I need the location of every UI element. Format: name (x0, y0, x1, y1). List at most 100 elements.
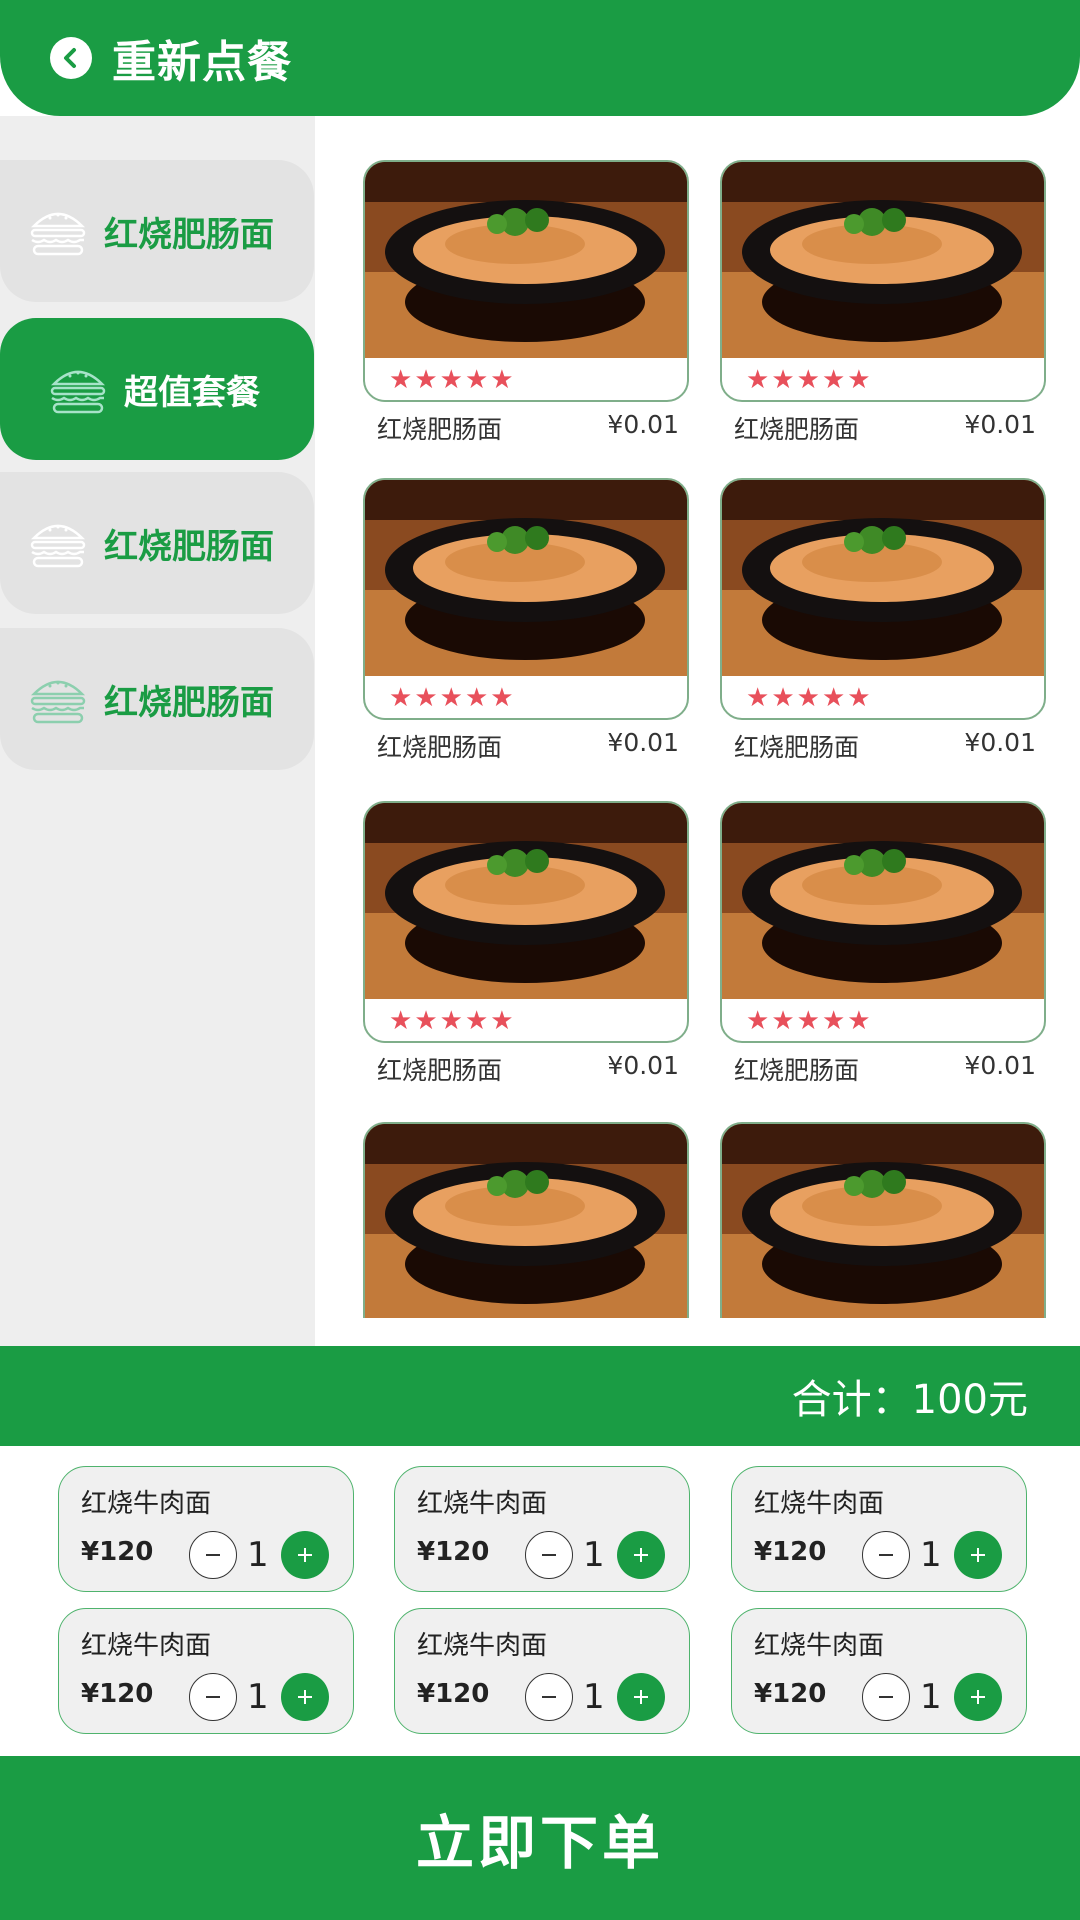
noodle-bowl-image (722, 162, 1044, 358)
decrease-button[interactable] (525, 1531, 573, 1579)
product-price: ¥0.01 (607, 728, 679, 757)
category-label: 红烧肥肠面 (104, 214, 274, 255)
category-item-active[interactable]: 超值套餐 (0, 318, 314, 460)
cart-item-quantity: 1 (583, 1677, 605, 1717)
minus-icon (542, 1696, 556, 1698)
place-order-label: 立即下单 (415, 1809, 664, 1877)
product-name: 红烧肥肠面 (377, 415, 503, 444)
cart-item-name: 红烧牛肉面 (81, 1489, 212, 1519)
product-card[interactable]: ★ ★ ★ ★ ★ 红烧肥肠面 ¥0.01 (363, 801, 689, 1087)
minus-icon (879, 1554, 893, 1556)
product-card[interactable] (720, 1122, 1046, 1318)
cart-item-name: 红烧牛肉面 (81, 1631, 212, 1661)
noodle-bowl-image (722, 803, 1044, 999)
category-label: 红烧肥肠面 (104, 526, 274, 567)
product-name: 红烧肥肠面 (377, 733, 503, 762)
decrease-button[interactable] (525, 1673, 573, 1721)
rating-stars: ★ ★ ★ ★ ★ (746, 1006, 871, 1036)
decrease-button[interactable] (189, 1673, 237, 1721)
product-price: ¥0.01 (607, 410, 679, 439)
product-image-frame: ★ ★ ★ ★ ★ (720, 801, 1046, 1043)
noodle-bowl-image (722, 1124, 1044, 1318)
cart-item-quantity: 1 (247, 1677, 269, 1717)
product-card[interactable]: ★ ★ ★ ★ ★ 红烧肥肠面 ¥0.01 (720, 478, 1046, 764)
product-name: 红烧肥肠面 (734, 1056, 860, 1085)
cart-item-quantity: 1 (583, 1535, 605, 1575)
back-button[interactable] (50, 37, 92, 79)
product-card[interactable] (363, 1122, 689, 1318)
product-price: ¥0.01 (607, 1051, 679, 1080)
increase-button[interactable] (617, 1531, 665, 1579)
product-card[interactable]: ★ ★ ★ ★ ★ 红烧肥肠面 ¥0.01 (720, 801, 1046, 1087)
cart-item-quantity: 1 (920, 1535, 942, 1575)
cart-list: 红烧牛肉面 ¥120 1 红烧牛肉面 ¥120 1 红烧牛肉面 ¥120 1 红… (0, 1446, 1080, 1756)
rating-stars: ★ ★ ★ ★ ★ (746, 683, 871, 713)
product-price: ¥0.01 (964, 410, 1036, 439)
product-image-frame: ★ ★ ★ ★ ★ (363, 160, 689, 402)
cart-item: 红烧牛肉面 ¥120 1 (58, 1608, 354, 1734)
noodle-bowl-image (722, 480, 1044, 676)
plus-icon (971, 1690, 985, 1704)
category-item[interactable]: 红烧肥肠面 (0, 628, 314, 770)
cart-item-quantity: 1 (920, 1677, 942, 1717)
rating-stars: ★ ★ ★ ★ ★ (389, 683, 514, 713)
chevron-left-icon (64, 48, 76, 68)
rating-stars: ★ ★ ★ ★ ★ (389, 365, 514, 395)
cart-item-price: ¥120 (81, 1537, 154, 1567)
product-name: 红烧肥肠面 (377, 1056, 503, 1085)
cart-item: 红烧牛肉面 ¥120 1 (731, 1608, 1027, 1734)
product-card[interactable]: ★ ★ ★ ★ ★ 红烧肥肠面 ¥0.01 (363, 160, 689, 446)
product-name: 红烧肥肠面 (734, 733, 860, 762)
cart-item-price: ¥120 (417, 1679, 490, 1709)
place-order-button[interactable]: 立即下单 (0, 1756, 1080, 1920)
decrease-button[interactable] (862, 1673, 910, 1721)
category-sidebar: 红烧肥肠面 超值套餐 红烧肥肠面 红烧肥肠面 (0, 116, 315, 1346)
category-label: 红烧肥肠面 (104, 682, 274, 723)
noodle-bowl-image (365, 1124, 687, 1318)
cart-item-price: ¥120 (81, 1679, 154, 1709)
decrease-button[interactable] (862, 1531, 910, 1579)
total-bar: 合计：100元 (0, 1346, 1080, 1446)
increase-button[interactable] (617, 1673, 665, 1721)
cart-item-name: 红烧牛肉面 (754, 1489, 885, 1519)
cart-item-name: 红烧牛肉面 (754, 1631, 885, 1661)
product-image-frame: ★ ★ ★ ★ ★ (720, 160, 1046, 402)
product-image-frame (363, 1122, 689, 1318)
plus-icon (634, 1690, 648, 1704)
decrease-button[interactable] (189, 1531, 237, 1579)
plus-icon (634, 1548, 648, 1562)
product-image-frame (720, 1122, 1046, 1318)
product-image-frame: ★ ★ ★ ★ ★ (363, 478, 689, 720)
minus-icon (879, 1696, 893, 1698)
cart-item: 红烧牛肉面 ¥120 1 (58, 1466, 354, 1592)
category-item[interactable]: 红烧肥肠面 (0, 160, 314, 302)
burger-icon (46, 363, 110, 415)
plus-icon (298, 1690, 312, 1704)
increase-button[interactable] (281, 1673, 329, 1721)
cart-item-quantity: 1 (247, 1535, 269, 1575)
total-amount: 合计：100元 (791, 1377, 1028, 1423)
burger-icon (26, 205, 90, 257)
plus-icon (298, 1548, 312, 1562)
page-title: 重新点餐 (112, 37, 292, 88)
product-card[interactable]: ★ ★ ★ ★ ★ 红烧肥肠面 ¥0.01 (363, 478, 689, 764)
cart-item-name: 红烧牛肉面 (417, 1631, 548, 1661)
product-price: ¥0.01 (964, 1051, 1036, 1080)
noodle-bowl-image (365, 803, 687, 999)
product-image-frame: ★ ★ ★ ★ ★ (720, 478, 1046, 720)
cart-item-price: ¥120 (417, 1537, 490, 1567)
category-item[interactable]: 红烧肥肠面 (0, 472, 314, 614)
cart-item: 红烧牛肉面 ¥120 1 (731, 1466, 1027, 1592)
increase-button[interactable] (954, 1673, 1002, 1721)
burger-icon (26, 673, 90, 725)
product-card[interactable]: ★ ★ ★ ★ ★ 红烧肥肠面 ¥0.01 (720, 160, 1046, 446)
rating-stars: ★ ★ ★ ★ ★ (746, 365, 871, 395)
minus-icon (206, 1554, 220, 1556)
increase-button[interactable] (281, 1531, 329, 1579)
minus-icon (542, 1554, 556, 1556)
noodle-bowl-image (365, 162, 687, 358)
product-name: 红烧肥肠面 (734, 415, 860, 444)
increase-button[interactable] (954, 1531, 1002, 1579)
cart-item: 红烧牛肉面 ¥120 1 (394, 1466, 690, 1592)
minus-icon (206, 1696, 220, 1698)
